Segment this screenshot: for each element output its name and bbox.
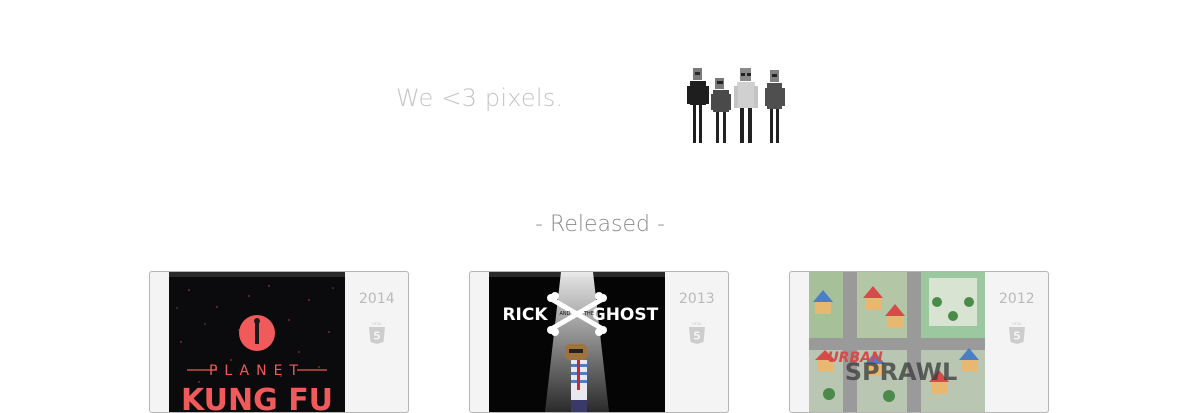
planet-kung-fu-thumbnail[interactable]: PLANET KUNG FU: [169, 272, 345, 412]
pixel-person-4: [765, 70, 785, 143]
release-year: 2013: [679, 291, 715, 307]
svg-text:5: 5: [1013, 330, 1021, 343]
pixel-person-3: [734, 68, 758, 143]
svg-text:HTML: HTML: [692, 322, 702, 326]
planet-kung-fu-text-bottom: KUNG FU: [181, 383, 333, 412]
the-text: THE: [583, 311, 594, 317]
ghost-text: GHOST: [592, 305, 659, 325]
release-year: 2012: [999, 291, 1035, 307]
planet-kung-fu-text-top: PLANET: [209, 363, 305, 379]
urban-sprawl-thumbnail[interactable]: URBAN SPRAWL: [809, 272, 985, 412]
pixel-team-icon: [687, 68, 785, 143]
html5-icon: HTML 5: [689, 322, 705, 344]
pixel-person-2: [711, 78, 731, 143]
hero-tagline: We <3 pixels.: [396, 84, 564, 112]
html5-icon: HTML 5: [1009, 322, 1025, 344]
svg-text:5: 5: [373, 330, 381, 343]
rick-text: RICK: [502, 305, 548, 325]
svg-text:5: 5: [693, 330, 701, 343]
release-year: 2014: [359, 291, 395, 307]
sprawl-text: SPRAWL: [845, 358, 958, 386]
pixel-person-1: [687, 68, 709, 143]
and-text: AND: [559, 311, 570, 317]
game-card-rick-and-the-ghost[interactable]: RICK GHOST AND THE 2013 HTML 5: [469, 271, 729, 413]
rick-and-the-ghost-thumbnail[interactable]: RICK GHOST AND THE: [489, 272, 665, 412]
game-card-planet-kung-fu[interactable]: PLANET KUNG FU 2014 HTML 5: [149, 271, 409, 413]
html5-icon: HTML 5: [369, 322, 385, 344]
svg-text:HTML: HTML: [1012, 322, 1022, 326]
released-heading: - Released -: [535, 212, 665, 237]
svg-text:HTML: HTML: [372, 322, 382, 326]
game-card-urban-sprawl[interactable]: URBAN SPRAWL 2012 HTML 5: [789, 271, 1049, 413]
